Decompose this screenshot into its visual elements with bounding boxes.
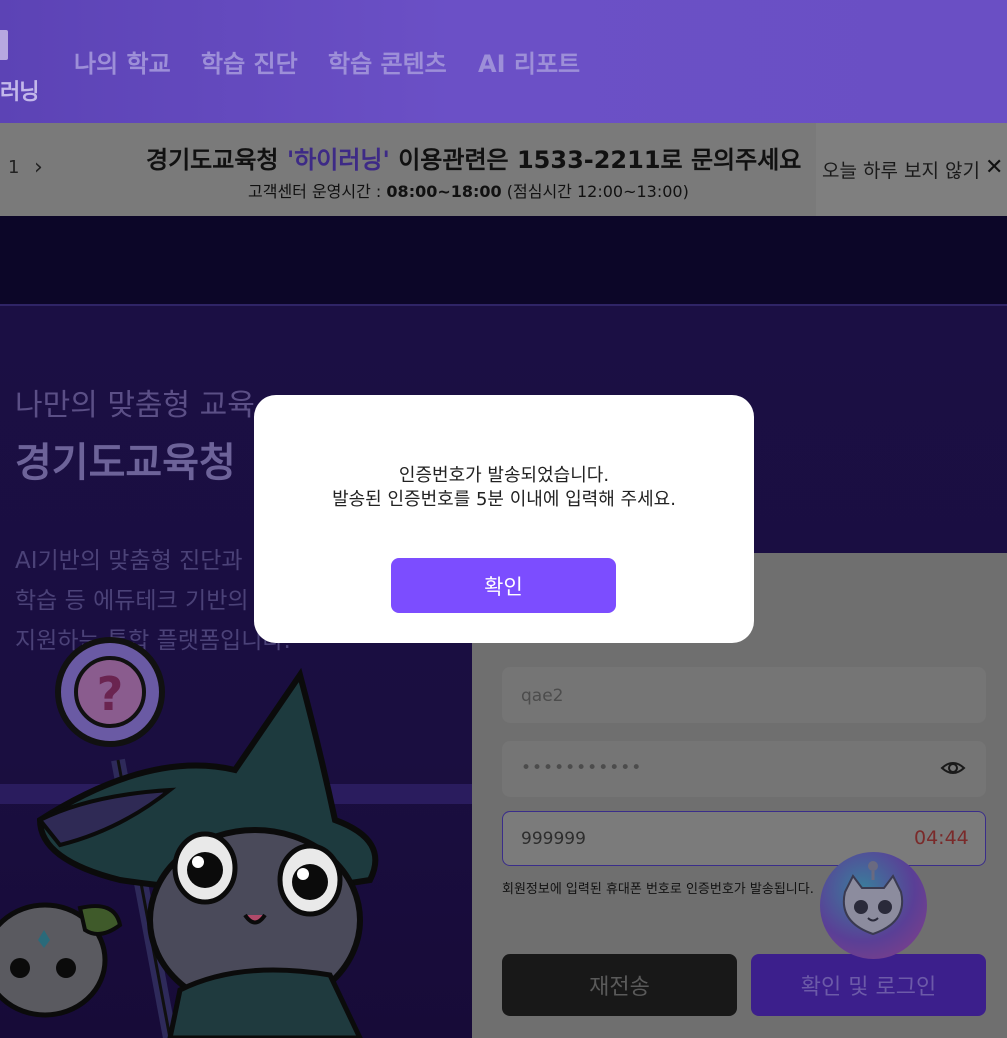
logo-icon[interactable] (0, 30, 8, 60)
mascot-illustration: ? (0, 637, 379, 1038)
hero-desc-line-1: AI기반의 맞춤형 진단과 (15, 548, 243, 574)
hero-divider (0, 304, 1007, 306)
verification-code-value: 999999 (521, 829, 586, 849)
resend-button[interactable]: 재전송 (502, 954, 737, 1016)
banner-title-suffix: 이용관련은 1533-2211로 문의주세요 (389, 146, 802, 174)
svg-text:?: ? (97, 667, 124, 721)
nav-item-learning-content[interactable]: 학습 콘텐츠 (328, 44, 447, 79)
modal-message-line-1: 인증번호가 발송되었습니다. (398, 465, 610, 486)
banner-page-indicator: 1 (8, 157, 20, 178)
nav-item-ai-report[interactable]: AI 리포트 (478, 44, 580, 79)
eye-icon[interactable] (940, 755, 966, 781)
banner-title-prefix: 경기도교육청 (146, 146, 287, 174)
banner-hours-note: (점심시간 12:00~13:00) (501, 182, 689, 201)
banner-hours-label: 고객센터 운영시간 : (248, 182, 387, 201)
password-value: ••••••••••• (521, 758, 643, 778)
banner-title: 경기도교육청 '하이러닝' 이용관련은 1533-2211로 문의주세요 (146, 140, 801, 175)
verification-hint: 회원정보에 입력된 휴대폰 번호로 인증번호가 발송됩니다. (502, 882, 814, 897)
cat-bot-icon (842, 861, 904, 936)
nav-item-my-school[interactable]: 나의 학교 (74, 44, 171, 79)
user-id-field[interactable] (502, 667, 986, 723)
modal-confirm-button[interactable]: 확인 (391, 558, 616, 613)
confirm-login-button[interactable]: 확인 및 로그인 (751, 954, 986, 1016)
banner-hours: 고객센터 운영시간 : 08:00~18:00 (점심시간 12:00~13:0… (248, 178, 689, 202)
hero-top-strip (0, 216, 1007, 306)
chevron-right-icon[interactable]: › (34, 155, 43, 180)
nav-item-learning-diagnosis[interactable]: 학습 진단 (201, 44, 298, 79)
hero-title: 경기도교육청 (15, 440, 236, 486)
close-icon[interactable]: ✕ (985, 155, 1003, 180)
banner-title-highlight: '하이러닝' (286, 146, 390, 174)
hero-subtitle: 나만의 맞춤형 교육 (15, 388, 255, 423)
chatbot-button[interactable] (820, 852, 927, 959)
logo-text[interactable]: 러닝 (0, 74, 39, 106)
modal-message-line-2: 발송된 인증번호를 5분 이내에 입력해 주세요. (332, 489, 676, 510)
user-id-value: qae2 (521, 686, 564, 706)
verification-timer: 04:44 (914, 827, 969, 849)
banner-hours-value: 08:00~18:00 (386, 182, 502, 201)
dismiss-today-button[interactable]: 오늘 하루 보지 않기 (822, 156, 980, 183)
hero-desc-line-2: 학습 등 에듀테크 기반의 (15, 588, 249, 614)
